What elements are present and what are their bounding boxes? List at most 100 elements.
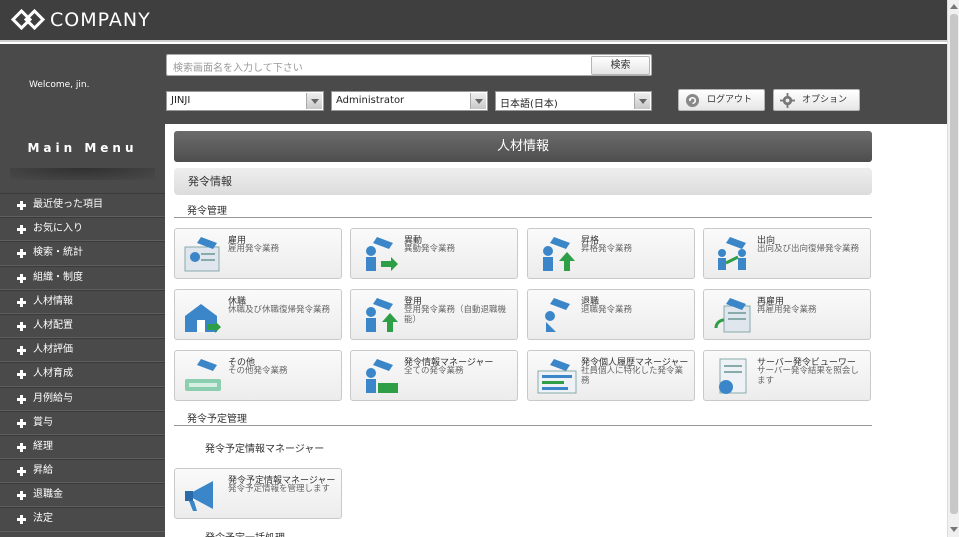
company-logo[interactable]: COMPANY (10, 8, 151, 31)
sidebar-item-bonus[interactable]: 賞与 (0, 410, 165, 435)
secondment-icon (718, 237, 746, 270)
main-menu-title: Main Menu (27, 141, 138, 155)
scroll-up-icon[interactable] (950, 4, 958, 9)
card-description: 全ての発令業務 (404, 366, 464, 376)
card-description: 社員個人に特化した発令業務 (581, 366, 684, 386)
sidebar-item-monthly-pay[interactable]: 月例給与 (0, 386, 165, 411)
sidebar-item-search-stats[interactable]: 検索・統計 (0, 241, 165, 266)
sidebar-item-development[interactable]: 人材育成 (0, 362, 165, 387)
personal-history-icon (537, 359, 577, 394)
language-select-value: 日本語(日本) (500, 99, 558, 110)
role-select-value: Administrator (336, 95, 405, 106)
sidebar-item-label: 最近使った項目 (33, 199, 103, 210)
scroll-thumb[interactable] (950, 14, 958, 514)
card-secondment[interactable]: 出向 出向及び出向復帰発令業務 (703, 228, 871, 279)
logout-button[interactable]: ログアウト (678, 89, 765, 111)
sidebar-item-label: 人材評価 (33, 344, 73, 356)
card-description: 発令予定情報を管理します (228, 484, 331, 494)
menu-divider (10, 168, 155, 180)
system-select[interactable]: JINJI (166, 91, 324, 111)
logo-mark-icon (10, 8, 48, 31)
retirement-icon (545, 298, 570, 332)
sub-heading-plan-batch: 発令予定一括処理 (205, 529, 285, 537)
sidebar-item-evaluation[interactable]: 人材評価 (0, 338, 165, 363)
section-heading-plan: 発令予定管理 (187, 414, 247, 425)
plus-icon (17, 467, 26, 477)
megaphone-icon (185, 481, 213, 511)
sidebar-item-raise[interactable]: 昇給 (0, 459, 165, 484)
sidebar-item-hr-info[interactable]: 人材情報 (0, 289, 165, 314)
top-bar: COMPANY (0, 0, 947, 42)
sidebar-item-recent[interactable]: 最近使った項目 (0, 193, 165, 218)
plus-icon (17, 273, 26, 283)
card-transfer[interactable]: 異動 異動発令業務 (350, 228, 518, 279)
other-icon (185, 359, 221, 391)
card-description: 雇用発令業務 (228, 244, 280, 254)
card-issuance-manager[interactable]: 発令情報マネージャー 全ての発令業務 (350, 350, 518, 401)
card-leave[interactable]: 休職 休職及び休職復帰発令業務 (174, 289, 342, 340)
section-heading-issuance: 発令管理 (187, 206, 227, 217)
header: Welcome, jin. 検索画面名を入力して下さい 検索 JINJI Adm… (0, 44, 947, 124)
system-select-value: JINJI (171, 95, 191, 106)
card-hire[interactable]: 雇用 雇用発令業務 (174, 228, 342, 279)
plus-icon (17, 321, 26, 331)
card-description: サーバー発令結果を照会します (757, 366, 859, 386)
sidebar-item-label: 退職金 (33, 489, 63, 501)
sidebar-item-accounting[interactable]: 経理 (0, 434, 165, 460)
welcome-text: Welcome, jin. (29, 80, 90, 90)
logo-text: COMPANY (50, 9, 151, 31)
plus-icon (17, 442, 26, 452)
card-plan-manager[interactable]: 発令予定情報マネージャー 発令予定情報を管理します (174, 468, 342, 519)
logout-icon (685, 93, 700, 108)
sidebar-item-label: 昇給 (33, 465, 53, 477)
plus-icon (17, 370, 26, 380)
sidebar-item-favorites[interactable]: お気に入り (0, 217, 165, 242)
sidebar-item-label: 検索・統計 (33, 247, 83, 259)
options-button[interactable]: オプション (773, 89, 860, 111)
sidebar-item-label: 経理 (33, 440, 53, 452)
sidebar-item-legal[interactable]: 法定 (0, 507, 165, 532)
section-bar[interactable]: 発令情報 (174, 168, 872, 195)
plus-icon (17, 201, 26, 210)
page-title: 人材情報 (174, 131, 872, 162)
sub-heading-plan-manager: 発令予定情報マネージャー (205, 444, 325, 455)
language-select[interactable]: 日本語(日本) (495, 91, 652, 111)
sidebar-item-placement[interactable]: 人材配置 (0, 313, 165, 339)
card-description: 異動発令業務 (404, 244, 456, 254)
role-select[interactable]: Administrator (331, 91, 488, 111)
promotion-icon (543, 237, 575, 271)
card-promotion[interactable]: 昇格 昇格発令業務 (527, 228, 695, 279)
plus-icon (17, 418, 26, 428)
vertical-scrollbar[interactable] (947, 0, 959, 537)
chevron-down-icon[interactable] (306, 93, 322, 109)
chevron-down-icon[interactable] (470, 93, 486, 109)
section-divider (174, 425, 872, 426)
plus-icon (17, 225, 26, 235)
card-personal-history-manager[interactable]: 発令個人履歴マネージャー 社員個人に特化した発令業務 (527, 350, 695, 401)
sidebar-item-label: お気に入り (33, 223, 83, 235)
plus-icon (17, 491, 26, 501)
chevron-down-icon[interactable] (634, 93, 650, 109)
plus-icon (17, 394, 26, 404)
search-input[interactable]: 検索画面名を入力して下さい (166, 54, 652, 76)
sidebar: Main Menu 最近使った項目 お気に入り 検索・統計 組織・制度 人材情報… (0, 124, 165, 537)
card-description: 再雇用発令業務 (757, 305, 817, 315)
card-server-viewer[interactable]: サーバー発令ビューワー サーバー発令結果を照会します (703, 350, 871, 401)
issuance-manager-icon (366, 359, 398, 393)
card-other[interactable]: その他 その他発令業務 (174, 350, 342, 401)
sidebar-item-label: 人材育成 (33, 368, 73, 380)
appointment-icon (366, 298, 398, 332)
sidebar-item-label: 人材情報 (33, 295, 73, 307)
plus-icon (17, 249, 26, 259)
section-divider (174, 217, 872, 218)
main-content: 人材情報 発令情報 発令管理 雇用 雇用発令業務 異動 異動発令業務 昇格 昇格… (166, 124, 947, 537)
sidebar-item-retirement[interactable]: 退職金 (0, 483, 165, 508)
card-rehire[interactable]: 再雇用 再雇用発令業務 (703, 289, 871, 340)
scroll-down-icon[interactable] (950, 527, 958, 532)
search-button[interactable]: 検索 (591, 56, 650, 75)
sidebar-item-organization[interactable]: 組織・制度 (0, 265, 165, 290)
options-label: オプション (802, 95, 848, 105)
card-retirement[interactable]: 退職 退職発令業務 (527, 289, 695, 340)
card-appointment[interactable]: 登用 登用発令業務（自動退職機能） (350, 289, 518, 340)
card-description: 登用発令業務（自動退職機能） (404, 305, 507, 325)
